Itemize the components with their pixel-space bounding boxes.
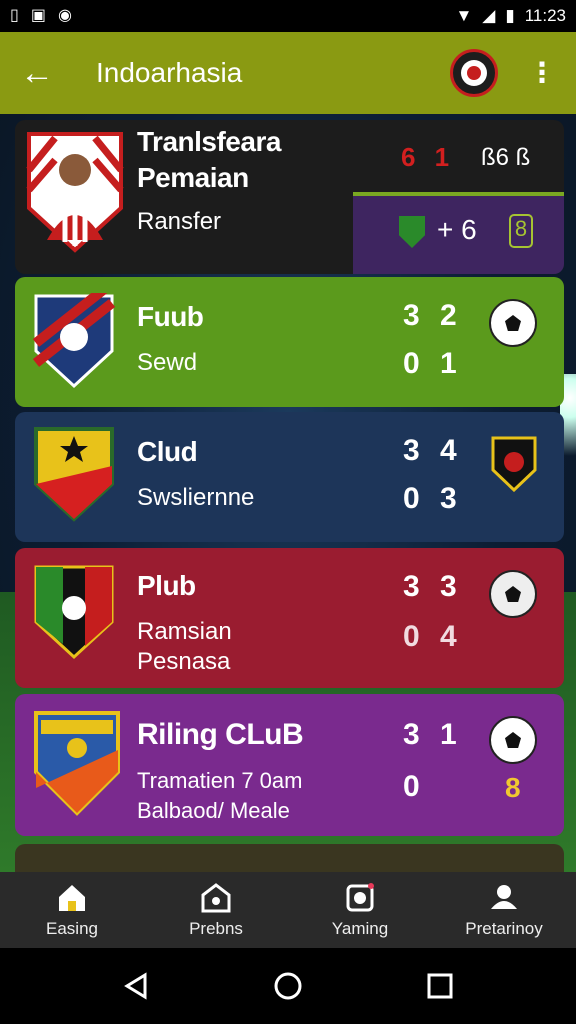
card-title: Riling CLuB <box>137 718 304 751</box>
nav-item-prebns[interactable]: Prebns <box>146 881 286 939</box>
back-arrow-icon[interactable]: ← <box>20 54 64 93</box>
bottom-nav: Easing Prebns Yaming Pretarinoy <box>0 872 576 948</box>
nav-label: Prebns <box>189 919 243 938</box>
back-nav-icon[interactable] <box>121 971 151 1001</box>
wifi-icon: ▼ <box>455 6 473 25</box>
sim-icon: ▯ <box>10 7 19 24</box>
mini-score-panel: + 6 8 <box>353 192 564 274</box>
score-top: 3 3 <box>403 570 463 603</box>
nav-item-yaming[interactable]: Yaming <box>290 881 430 939</box>
card-title-line2: Pemaian <box>137 162 249 193</box>
match-card[interactable]: Riling CLuB Tramatien 7 0am Balbaod/ Mea… <box>15 694 564 836</box>
card-title: Fuub <box>137 301 204 332</box>
mini-badge: 8 <box>509 214 533 248</box>
soccer-ball-icon <box>489 570 537 618</box>
card-subtitle: Ramsian <box>137 618 232 645</box>
status-indicators: ▼ ◢ ▮ 11:23 <box>455 6 566 26</box>
score-top: 3 2 <box>403 299 463 332</box>
club-crest-icon <box>32 279 116 389</box>
signal-icon: ◢ <box>482 6 496 25</box>
nav-label: Easing <box>46 919 98 938</box>
soccer-ball-icon <box>489 716 537 764</box>
transfer-card[interactable]: Tranlsfeara Pemaian Ransfer 6 1 ß6 ß + 6… <box>15 120 564 274</box>
shop-icon <box>201 883 231 913</box>
club-crest-icon <box>33 710 121 816</box>
image-notification-icon: ▣ <box>30 7 46 24</box>
badge-count: 8 <box>505 772 521 803</box>
score-bottom: 0 4 <box>403 620 463 653</box>
score-bottom: 0 3 <box>403 482 463 515</box>
card-subtitle: Ransfer <box>137 208 222 235</box>
score-red: 6 1 <box>401 142 456 172</box>
card-subtitle: Swsliernne <box>137 484 255 511</box>
nav-label: Yaming <box>331 919 389 938</box>
avatar[interactable] <box>450 49 498 97</box>
card-subtitle-line2: Pesnasa <box>137 648 231 675</box>
match-card[interactable]: Plub Ramsian Pesnasa 3 3 0 4 <box>15 548 564 688</box>
match-card[interactable]: Clud Swsliernne 3 4 0 3 <box>15 412 564 542</box>
card-title: Plub <box>137 570 196 601</box>
card-subtitle: Tramatien 7 0am <box>137 768 303 793</box>
score-bottom: 0 <box>403 770 426 803</box>
recents-nav-icon[interactable] <box>425 971 455 1001</box>
home-nav-icon[interactable] <box>273 971 303 1001</box>
status-time: 11:23 <box>524 6 566 25</box>
battery-icon: ▮ <box>505 6 515 25</box>
club-badge-icon <box>491 436 537 493</box>
club-crest-icon <box>33 564 115 660</box>
mini-score: + 6 <box>437 214 477 245</box>
card-title: Clud <box>137 436 198 467</box>
club-badge-icon <box>399 216 425 248</box>
match-list: Tranlsfeara Pemaian Ransfer 6 1 ß6 ß + 6… <box>0 114 576 872</box>
system-nav-bar <box>0 948 576 1024</box>
soccer-ball-icon <box>489 299 537 347</box>
profile-icon <box>491 885 517 909</box>
status-bar: ▯ ▣ ◉ ▼ ◢ ▮ 11:23 <box>0 0 576 32</box>
score-bottom: 0 1 <box>403 347 463 380</box>
nav-item-pretarinoy[interactable]: Pretarinoy <box>434 881 574 939</box>
card-title: Tranlsfeara <box>137 126 281 157</box>
status-notifications: ▯ ▣ ◉ <box>10 7 72 25</box>
match-card-partial[interactable] <box>15 844 564 872</box>
score-white: ß6 ß <box>481 144 531 171</box>
more-vert-icon[interactable]: ⋮ <box>528 59 556 87</box>
app-notification-icon: ◉ <box>57 7 72 24</box>
card-subtitle: Sewd <box>137 349 198 376</box>
player-crest-icon <box>25 130 125 254</box>
score-top: 3 1 <box>403 718 463 751</box>
score-top: 3 4 <box>403 434 463 467</box>
nav-label: Pretarinoy <box>465 919 543 938</box>
home-icon <box>59 885 85 911</box>
match-card[interactable]: Fuub Sewd 3 2 0 1 <box>15 277 564 407</box>
app-bar: ← Indoarhasia ⋮ <box>0 32 576 114</box>
club-crest-icon <box>33 426 115 522</box>
page-title: Indoarhasia <box>96 57 243 88</box>
nav-item-easing[interactable]: Easing <box>2 881 142 939</box>
card-subtitle-line2: Balbaod/ Meale <box>137 798 290 823</box>
trophy-icon <box>346 883 374 912</box>
